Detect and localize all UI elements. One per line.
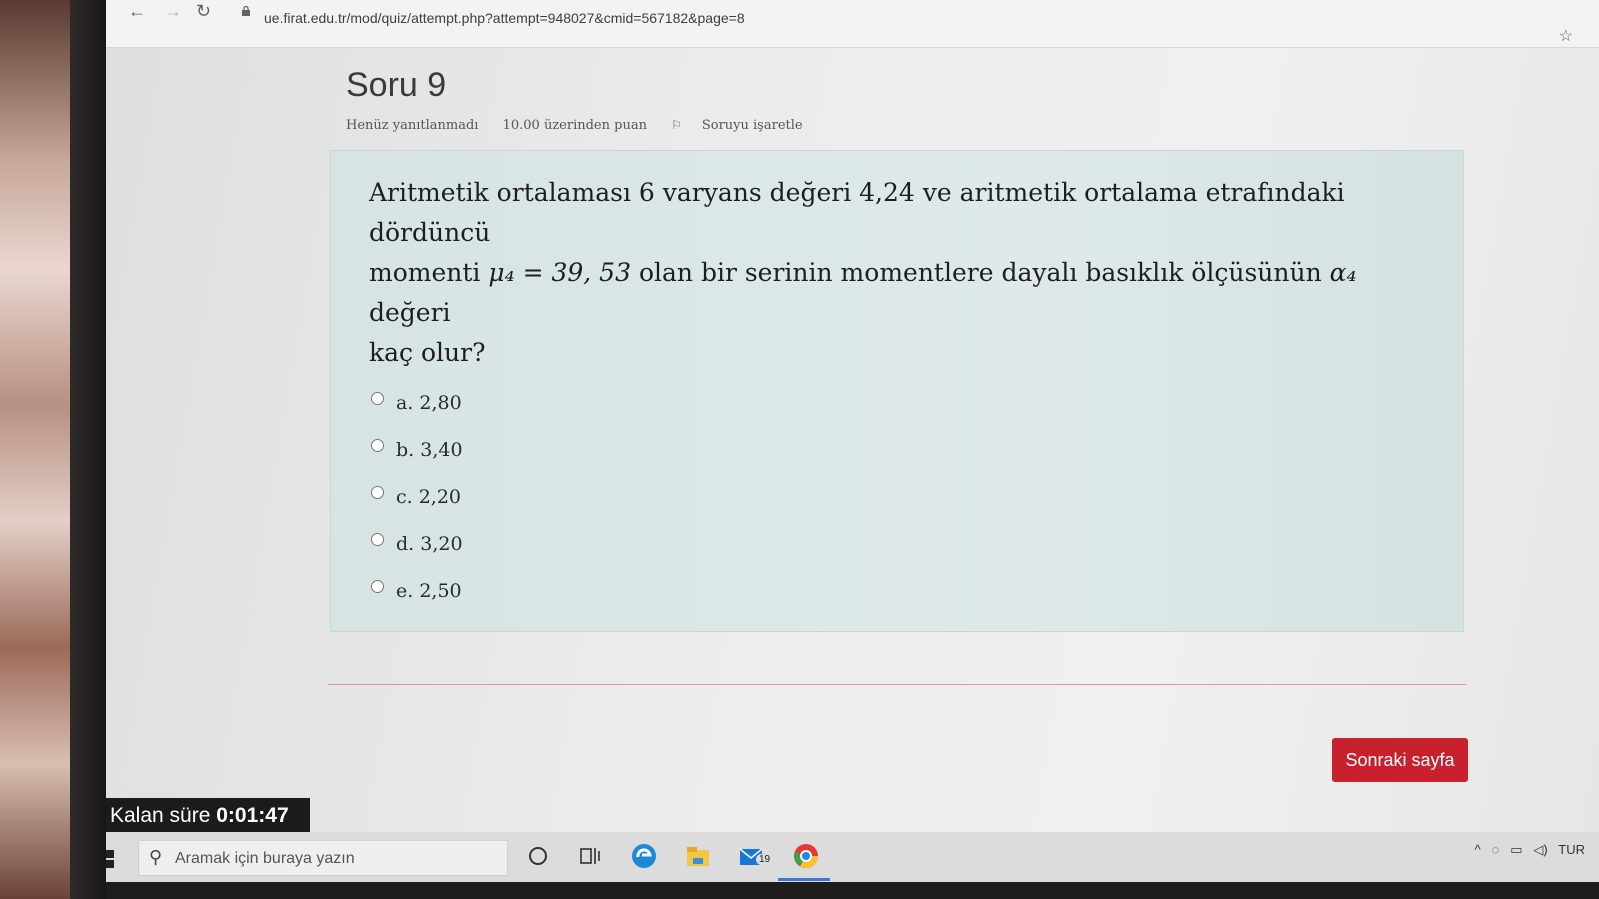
question-title: Soru 9 bbox=[346, 66, 447, 104]
question-text-line2c: değeri bbox=[369, 298, 451, 327]
answer-option-c[interactable]: c. 2,20 bbox=[371, 473, 463, 520]
question-points: 10.00 üzerinden puan bbox=[502, 118, 647, 133]
answer-label: d. 3,20 bbox=[396, 532, 463, 555]
math-mu4: μ₄ = 39, 53 bbox=[488, 258, 631, 287]
radio-button[interactable] bbox=[371, 580, 384, 593]
answer-option-e[interactable]: e. 2,50 bbox=[371, 567, 463, 614]
task-view-icon[interactable] bbox=[576, 842, 604, 870]
browser-toolbar: ← → ↻ ue.firat.edu.tr/mod/quiz/attempt.p… bbox=[106, 0, 1599, 48]
time-remaining: Kalan süre 0:01:47 bbox=[106, 798, 310, 834]
timer-label: Kalan süre bbox=[110, 804, 217, 827]
question-info: Henüz yanıtlanmadı 10.00 üzerinden puan … bbox=[346, 118, 843, 133]
flag-question-link[interactable]: ⚐ Soruyu işaretle bbox=[671, 118, 823, 133]
answer-option-b[interactable]: b. 3,40 bbox=[371, 426, 463, 473]
network-icon[interactable]: ◌ bbox=[1492, 842, 1500, 857]
question-text: Aritmetik ortalaması 6 varyans değeri 4,… bbox=[369, 173, 1419, 373]
flag-icon: ⚐ bbox=[671, 118, 682, 132]
back-arrow-icon[interactable]: ← bbox=[128, 0, 146, 22]
screen-bottom-edge bbox=[106, 882, 1599, 899]
speaker-icon[interactable]: ◁) bbox=[1533, 842, 1547, 857]
flag-label: Soruyu işaretle bbox=[701, 118, 803, 133]
taskbar-search[interactable]: ⚲ Aramak için buraya yazın bbox=[138, 840, 508, 876]
cortana-icon[interactable] bbox=[524, 842, 552, 870]
answer-list: a. 2,80 b. 3,40 c. 2,20 d. 3,20 e. 2,50 bbox=[371, 379, 463, 614]
language-indicator[interactable]: TUR bbox=[1558, 842, 1585, 857]
forward-arrow-icon[interactable]: → bbox=[164, 0, 182, 22]
timer-value: 0:01:47 bbox=[216, 804, 289, 827]
radio-button[interactable] bbox=[371, 486, 384, 499]
search-placeholder: Aramak için buraya yazın bbox=[175, 850, 355, 867]
windows-start-icon[interactable] bbox=[106, 850, 114, 868]
answer-label: c. 2,20 bbox=[396, 485, 462, 508]
battery-icon[interactable]: ▭ bbox=[1510, 842, 1522, 857]
next-page-button[interactable]: Sonraki sayfa bbox=[1332, 738, 1468, 782]
address-bar[interactable]: ue.firat.edu.tr/mod/quiz/attempt.php?att… bbox=[264, 10, 745, 26]
system-tray: ^ ◌ ▭ ◁) TUR bbox=[1475, 842, 1585, 858]
question-text-line1: Aritmetik ortalaması 6 varyans değeri 4,… bbox=[369, 178, 1345, 247]
section-divider bbox=[328, 684, 1466, 685]
answer-label: a. 2,80 bbox=[396, 391, 462, 414]
radio-button[interactable] bbox=[371, 392, 384, 405]
question-text-line2a: momenti bbox=[369, 258, 489, 287]
edge-browser-icon[interactable] bbox=[630, 842, 658, 870]
answer-option-a[interactable]: a. 2,80 bbox=[371, 379, 463, 426]
screen: ← → ↻ ue.firat.edu.tr/mod/quiz/attempt.p… bbox=[106, 0, 1599, 899]
mail-badge: 19 bbox=[756, 854, 774, 865]
radio-button[interactable] bbox=[371, 533, 384, 546]
file-explorer-icon[interactable] bbox=[684, 842, 712, 870]
search-icon: ⚲ bbox=[149, 847, 163, 867]
answer-label: b. 3,40 bbox=[396, 438, 463, 461]
radio-button[interactable] bbox=[371, 439, 384, 452]
question-status: Henüz yanıtlanmadı bbox=[346, 118, 479, 133]
taskbar: ⚲ Aramak için buraya yazın 19 ^ ◌ ▭ ◁) T… bbox=[106, 832, 1599, 882]
lock-icon bbox=[242, 6, 250, 16]
question-box: Aritmetik ortalaması 6 varyans değeri 4,… bbox=[330, 150, 1464, 632]
answer-label: e. 2,50 bbox=[396, 579, 462, 602]
math-alpha4: α₄ bbox=[1329, 258, 1357, 287]
question-text-line3: kaç olur? bbox=[369, 338, 486, 367]
chrome-icon[interactable] bbox=[792, 842, 820, 870]
tray-chevron-icon[interactable]: ^ bbox=[1475, 842, 1481, 857]
reload-icon[interactable]: ↻ bbox=[196, 0, 211, 22]
question-text-line2b: olan bir serinin momentlere dayalı basık… bbox=[631, 258, 1330, 287]
answer-option-d[interactable]: d. 3,20 bbox=[371, 520, 463, 567]
active-app-indicator bbox=[778, 878, 830, 881]
bookmark-star-icon[interactable]: ☆ bbox=[1559, 26, 1573, 46]
